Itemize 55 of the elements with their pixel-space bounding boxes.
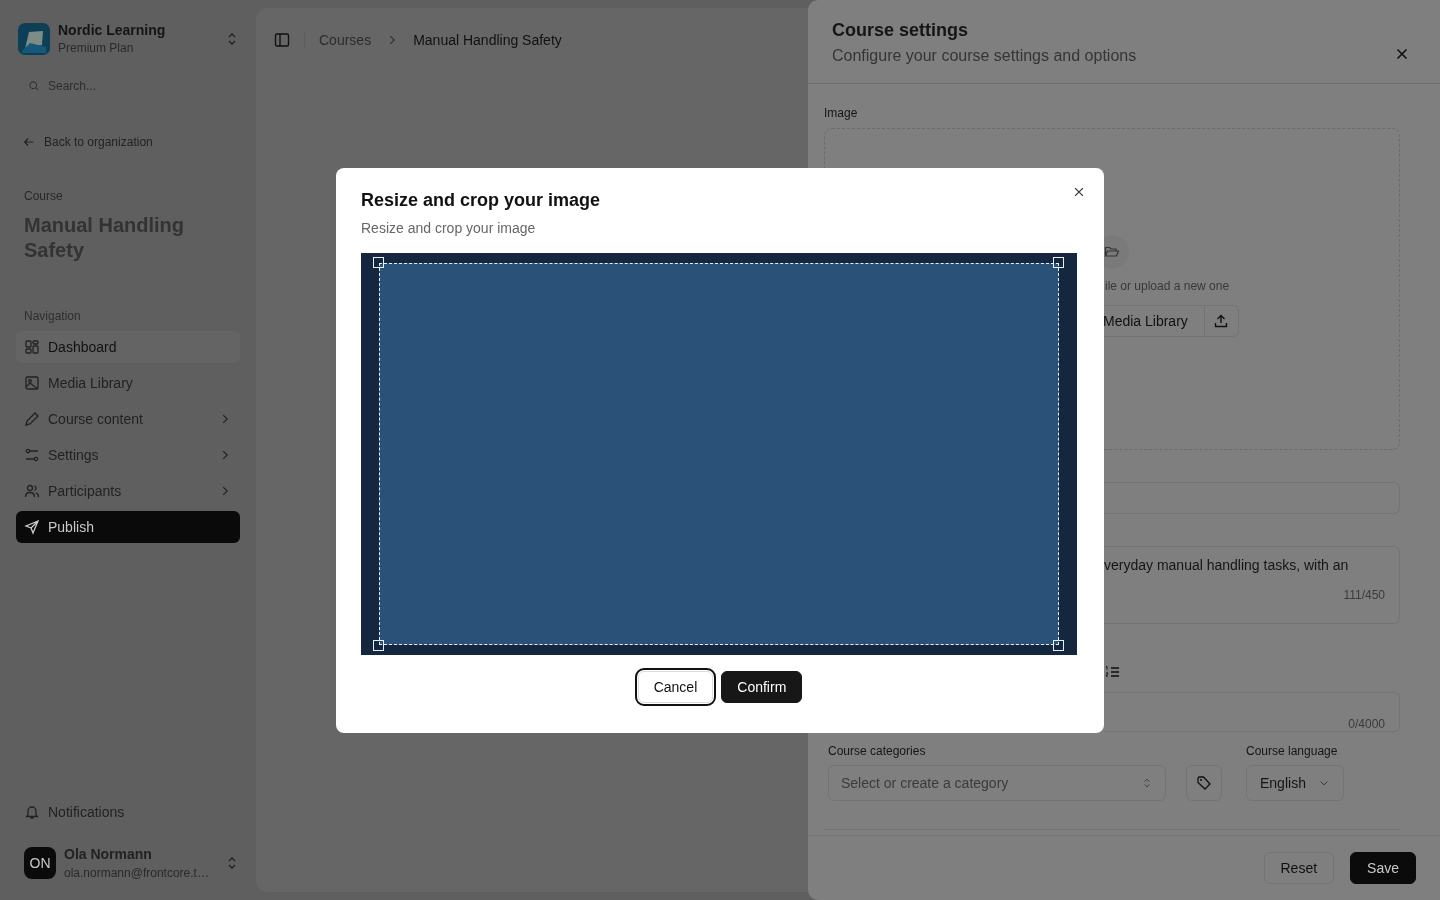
- bell-icon: [24, 804, 40, 820]
- character-count: 0/4000: [1348, 717, 1385, 731]
- nav-item[interactable]: Media Library: [16, 367, 240, 399]
- media-library-button[interactable]: Media Library: [1103, 305, 1205, 337]
- confirm-button[interactable]: Confirm: [721, 671, 803, 703]
- breadcrumb-current[interactable]: Manual Handling Safety: [413, 32, 562, 48]
- save-button[interactable]: Save: [1350, 852, 1416, 884]
- crop-handle[interactable]: [373, 257, 384, 268]
- field-label: Course language: [1246, 744, 1339, 758]
- image-icon: [24, 375, 40, 391]
- organization-name: Nordic Learning: [58, 22, 167, 38]
- nav-item[interactable]: Settings: [16, 439, 240, 471]
- language-select[interactable]: English: [1246, 765, 1344, 801]
- cancel-button[interactable]: Cancel: [637, 671, 714, 703]
- search-icon: [28, 80, 40, 92]
- user-name: Ola Normann: [64, 846, 153, 862]
- upload-hint: ile or upload a new one: [1105, 279, 1230, 293]
- reset-button[interactable]: Reset: [1263, 852, 1335, 884]
- breadcrumb-link[interactable]: Courses: [319, 32, 372, 48]
- grid-icon: [24, 339, 40, 355]
- content-field[interactable]: 0/4000: [1104, 692, 1400, 732]
- nav-item[interactable]: Dashboard: [16, 331, 240, 363]
- numbered-list-icon[interactable]: [1104, 664, 1120, 680]
- close-icon[interactable]: [1394, 46, 1410, 62]
- crop-handle[interactable]: [373, 640, 384, 651]
- panel-title: Course settings: [832, 20, 970, 41]
- send-icon: [24, 519, 40, 535]
- close-icon[interactable]: [1072, 185, 1086, 199]
- field-label: Image: [824, 106, 859, 120]
- dialog-subtitle: Resize and crop your image: [361, 220, 537, 236]
- tag-icon: [1196, 775, 1212, 791]
- nav-item[interactable]: Publish: [16, 511, 240, 543]
- users-icon: [24, 483, 40, 499]
- sidebar-toggle-icon[interactable]: [274, 32, 290, 48]
- description-text: veryday manual handling tasks, with an: [1104, 557, 1350, 573]
- user-avatar: ON: [24, 847, 56, 879]
- input-field[interactable]: [1104, 482, 1400, 514]
- upload-button[interactable]: [1204, 305, 1239, 337]
- tag-button[interactable]: [1186, 765, 1222, 801]
- logo-icon: [18, 22, 50, 55]
- crop-handle[interactable]: [1053, 640, 1064, 651]
- upload-icon: [1213, 313, 1230, 329]
- character-count: 111/450: [1343, 588, 1385, 602]
- field-label: Course categories: [828, 744, 927, 758]
- arrow-left-icon: [22, 135, 36, 149]
- crop-handle[interactable]: [1053, 257, 1064, 268]
- nav-item[interactable]: Participants: [16, 475, 240, 507]
- category-select[interactable]: Select or create a category: [828, 765, 1166, 801]
- nav-item[interactable]: Course content: [16, 403, 240, 435]
- sliders-icon: [24, 447, 40, 463]
- dialog-title: Resize and crop your image: [361, 190, 602, 211]
- back-link[interactable]: Back to organization: [16, 135, 153, 149]
- pencil-icon: [24, 411, 40, 427]
- panel-subtitle: Configure your course settings and options: [832, 47, 1138, 65]
- notifications-link[interactable]: Notifications: [16, 804, 240, 820]
